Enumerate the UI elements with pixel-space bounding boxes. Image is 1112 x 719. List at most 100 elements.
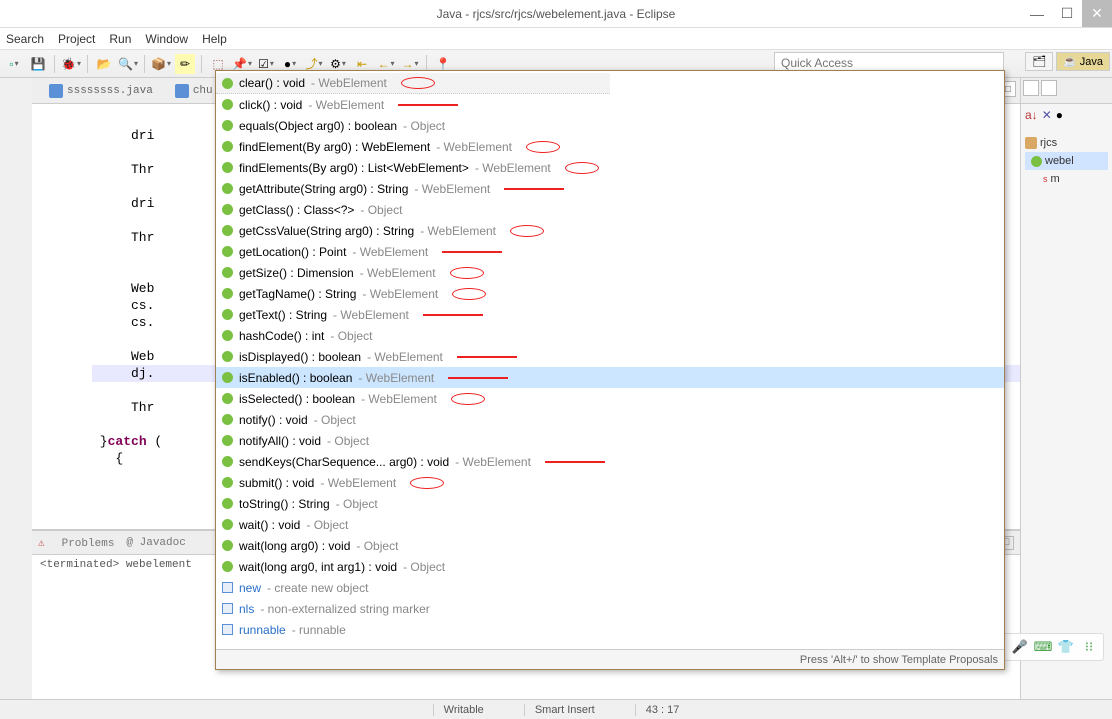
- problems-icon: ⚠: [38, 536, 52, 550]
- outline-method[interactable]: s m: [1025, 170, 1108, 188]
- proposal-signature: hashCode() : int: [239, 329, 324, 343]
- hide-icon[interactable]: ✕: [1042, 108, 1052, 122]
- annotation-ellipse-icon: [526, 141, 560, 153]
- template-icon: [222, 624, 233, 635]
- annotation-underline-icon: [442, 251, 502, 253]
- perspective-java-button[interactable]: ☕ Java: [1056, 52, 1110, 71]
- class-icon: [1031, 156, 1042, 167]
- proposal-signature: getClass() : Class<?>: [239, 203, 354, 217]
- ime-settings-icon[interactable]: ⁝⁝: [1080, 638, 1098, 656]
- annotation-underline-icon: [457, 356, 517, 358]
- proposal-item[interactable]: getText() : String - WebElement: [216, 304, 1004, 325]
- proposal-signature: notify() : void: [239, 413, 308, 427]
- proposal-item[interactable]: submit() : void - WebElement: [216, 472, 1004, 493]
- proposal-source: - WebElement: [360, 266, 436, 280]
- left-gutter: [0, 78, 32, 699]
- ime-skin-icon[interactable]: 👕: [1057, 638, 1075, 656]
- proposal-item[interactable]: isDisplayed() : boolean - WebElement: [216, 346, 1004, 367]
- proposal-item[interactable]: getCssValue(String arg0) : String - WebE…: [216, 220, 1004, 241]
- proposal-item[interactable]: getClass() : Class<?> - Object: [216, 199, 1004, 220]
- method-icon: [222, 225, 233, 236]
- proposal-item[interactable]: wait(long arg0) : void - Object: [216, 535, 1004, 556]
- status-insert-mode: Smart Insert: [524, 704, 595, 716]
- proposal-item[interactable]: getAttribute(String arg0) : String - Web…: [216, 178, 1004, 199]
- proposal-item[interactable]: wait(long arg0, int arg1) : void - Objec…: [216, 556, 1004, 577]
- proposal-item[interactable]: notify() : void - Object: [216, 409, 1004, 430]
- menu-project[interactable]: Project: [58, 32, 95, 46]
- proposal-source: - WebElement: [333, 308, 409, 322]
- proposal-item[interactable]: isSelected() : boolean - WebElement: [216, 388, 1004, 409]
- menu-help[interactable]: Help: [202, 32, 227, 46]
- proposal-item[interactable]: getLocation() : Point - WebElement: [216, 241, 1004, 262]
- proposal-signature: submit() : void: [239, 476, 314, 490]
- ime-voice-icon[interactable]: 🎤: [1011, 638, 1029, 656]
- proposal-item[interactable]: findElement(By arg0) : WebElement - WebE…: [216, 136, 1004, 157]
- method-icon: [222, 519, 233, 530]
- annotation-ellipse-icon: [451, 393, 485, 405]
- filter-icon[interactable]: ●: [1056, 108, 1063, 122]
- proposal-list[interactable]: clear() : void - WebElementclick() : voi…: [216, 71, 1004, 649]
- proposal-source: - Object: [327, 434, 369, 448]
- content-assist-popup: clear() : void - WebElementclick() : voi…: [215, 70, 1005, 670]
- proposal-source: - Object: [356, 539, 398, 553]
- sort-icon[interactable]: a↓: [1025, 108, 1038, 122]
- proposal-source: - Object: [306, 518, 348, 532]
- proposal-item[interactable]: findElements(By arg0) : List<WebElement>…: [216, 157, 1004, 178]
- proposal-source: - Object: [314, 413, 356, 427]
- proposal-item[interactable]: click() : void - WebElement: [216, 94, 1004, 115]
- new-icon[interactable]: ▫▾: [4, 54, 24, 74]
- proposal-signature: getSize() : Dimension: [239, 266, 354, 280]
- proposal-item[interactable]: toString() : String - Object: [216, 493, 1004, 514]
- annotation-ellipse-icon: [410, 477, 444, 489]
- proposal-item[interactable]: clear() : void - WebElement: [216, 73, 610, 94]
- tab-javadoc[interactable]: @ Javadoc: [126, 537, 185, 549]
- proposal-item[interactable]: equals(Object arg0) : boolean - Object: [216, 115, 1004, 136]
- window-close-button[interactable]: ✕: [1082, 0, 1112, 27]
- annotation-ellipse-icon: [401, 77, 435, 89]
- proposal-source: - WebElement: [320, 476, 396, 490]
- menu-window[interactable]: Window: [145, 32, 188, 46]
- menu-run[interactable]: Run: [109, 32, 131, 46]
- proposal-source: - WebElement: [367, 350, 443, 364]
- proposal-item[interactable]: hashCode() : int - Object: [216, 325, 1004, 346]
- tab-file-1[interactable]: ssssssss.java: [38, 79, 164, 103]
- proposal-source: - runnable: [292, 623, 346, 637]
- ime-keyboard-icon[interactable]: ⌨: [1034, 638, 1052, 656]
- outline-max-icon[interactable]: [1041, 80, 1057, 96]
- proposal-signature: getLocation() : Point: [239, 245, 346, 259]
- proposal-item[interactable]: runnable - runnable: [216, 619, 1004, 640]
- outline-package[interactable]: rjcs: [1025, 134, 1108, 152]
- window-maximize-button[interactable]: ☐: [1052, 0, 1082, 27]
- proposal-item[interactable]: getTagName() : String - WebElement: [216, 283, 1004, 304]
- proposal-source: - Object: [403, 560, 445, 574]
- proposal-source: - WebElement: [475, 161, 551, 175]
- outline-class[interactable]: webel: [1025, 152, 1108, 170]
- proposal-signature: getText() : String: [239, 308, 327, 322]
- method-icon: [222, 351, 233, 362]
- proposal-item[interactable]: wait() : void - Object: [216, 514, 1004, 535]
- proposal-item[interactable]: getSize() : Dimension - WebElement: [216, 262, 1004, 283]
- proposal-item[interactable]: nls - non-externalized string marker: [216, 598, 1004, 619]
- new-package-icon[interactable]: 📦▾: [151, 54, 171, 74]
- proposal-source: - WebElement: [352, 245, 428, 259]
- window-minimize-button[interactable]: —: [1022, 0, 1052, 27]
- proposal-item[interactable]: new - create new object: [216, 577, 1004, 598]
- outline-min-icon[interactable]: [1023, 80, 1039, 96]
- method-icon: [222, 267, 233, 278]
- annotation-ellipse-icon: [565, 162, 599, 174]
- search-icon[interactable]: 🔍▾: [118, 54, 138, 74]
- debug-icon[interactable]: 🐞▾: [61, 54, 81, 74]
- annotation-underline-icon: [398, 104, 458, 106]
- tab-problems[interactable]: ⚠ Problems: [38, 536, 114, 550]
- menu-search[interactable]: Search: [6, 32, 44, 46]
- proposal-item[interactable]: sendKeys(CharSequence... arg0) : void - …: [216, 451, 1004, 472]
- save-icon[interactable]: 💾: [28, 54, 48, 74]
- open-perspective-button[interactable]: 🗂: [1025, 52, 1053, 71]
- proposal-item[interactable]: isEnabled() : boolean - WebElement: [216, 367, 1004, 388]
- highlight-icon[interactable]: ✏: [175, 54, 195, 74]
- proposal-signature: wait(long arg0) : void: [239, 539, 350, 553]
- method-icon: [222, 120, 233, 131]
- proposal-source: - create new object: [267, 581, 368, 595]
- proposal-item[interactable]: notifyAll() : void - Object: [216, 430, 1004, 451]
- open-type-icon[interactable]: 📂: [94, 54, 114, 74]
